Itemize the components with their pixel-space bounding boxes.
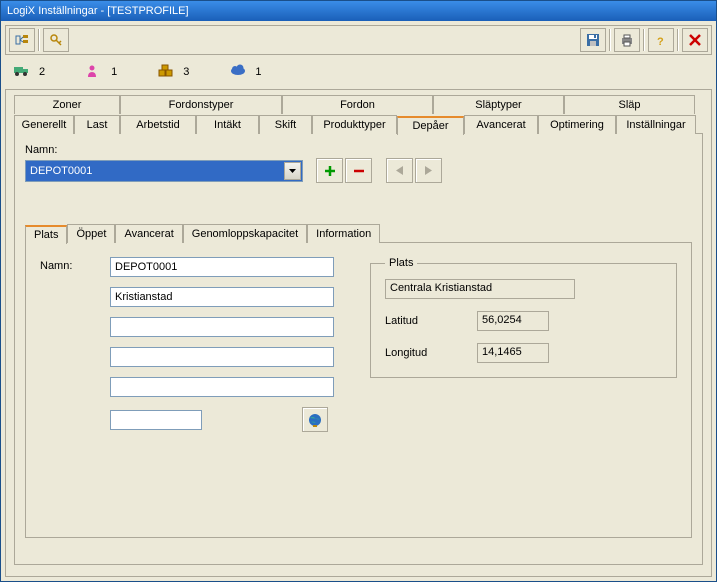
toggle-panel-icon bbox=[15, 33, 29, 47]
depot-combo-value: DEPOT0001 bbox=[30, 165, 92, 177]
svg-text:?: ? bbox=[657, 36, 664, 47]
tabs-row-1: Zoner Fordonstyper Fordon Släptyper Släp bbox=[14, 94, 703, 114]
globe-icon bbox=[307, 412, 323, 428]
subtab-genomlopp[interactable]: Genomloppskapacitet bbox=[183, 224, 307, 243]
addr-line3-input[interactable] bbox=[110, 317, 334, 337]
plus-icon bbox=[324, 165, 336, 177]
globe-button[interactable] bbox=[302, 407, 328, 432]
titlebar: LogiX Inställningar - [TESTPROFILE] bbox=[1, 1, 716, 21]
tab-fordon[interactable]: Fordon bbox=[282, 95, 433, 114]
count-person-value: 1 bbox=[111, 66, 117, 78]
window-title: LogiX Inställningar - [TESTPROFILE] bbox=[7, 5, 189, 17]
cloud-icon bbox=[229, 64, 247, 80]
addr-line2-input[interactable] bbox=[110, 287, 334, 307]
tab-intakt[interactable]: Intäkt bbox=[196, 115, 259, 134]
toolbar-separator bbox=[643, 29, 645, 51]
subtabs: Plats Öppet Avancerat Genomloppskapacite… bbox=[25, 223, 692, 243]
depot-selector-row: Namn: DEPOT0001 bbox=[25, 144, 692, 183]
count-cloud-value: 1 bbox=[255, 66, 261, 78]
name-input[interactable] bbox=[110, 257, 334, 277]
key-button[interactable] bbox=[43, 28, 69, 52]
depot-name-label: Namn: bbox=[25, 144, 57, 156]
next-button[interactable] bbox=[415, 158, 442, 183]
lat-label: Latitud bbox=[385, 315, 477, 327]
count-boxes-value: 3 bbox=[183, 66, 189, 78]
tab-installningar[interactable]: Inställningar bbox=[616, 115, 696, 134]
app-window: LogiX Inställningar - [TESTPROFILE] ? 2 bbox=[0, 0, 717, 582]
form-left-column: Namn: bbox=[40, 257, 350, 523]
tab-skift[interactable]: Skift bbox=[259, 115, 312, 134]
print-icon bbox=[620, 33, 634, 47]
lat-value: 56,0254 bbox=[477, 311, 549, 331]
tab-avancerat[interactable]: Avancerat bbox=[464, 115, 538, 134]
save-icon bbox=[586, 33, 600, 47]
boxes-icon bbox=[157, 64, 175, 80]
tab-produkttyper[interactable]: Produkttyper bbox=[312, 115, 397, 134]
tab-slap[interactable]: Släp bbox=[564, 95, 695, 114]
subtab-content: Namn: bbox=[25, 242, 692, 538]
tab-slaptyper[interactable]: Släptyper bbox=[433, 95, 564, 114]
form-name-label: Namn: bbox=[40, 257, 110, 272]
plats-fieldset: Plats Centrala Kristianstad Latitud 56,0… bbox=[370, 257, 677, 378]
toolbar-separator bbox=[677, 29, 679, 51]
lon-value: 14,1465 bbox=[477, 343, 549, 363]
form-right-column: Plats Centrala Kristianstad Latitud 56,0… bbox=[370, 257, 677, 523]
tab-arbetstid[interactable]: Arbetstid bbox=[120, 115, 196, 134]
tab-fordonstyper[interactable]: Fordonstyper bbox=[120, 95, 282, 114]
tab-optimering[interactable]: Optimering bbox=[538, 115, 616, 134]
tab-zoner[interactable]: Zoner bbox=[14, 95, 120, 114]
subtab-information[interactable]: Information bbox=[307, 224, 380, 243]
tab-last[interactable]: Last bbox=[74, 115, 120, 134]
count-person: 1 bbox=[85, 64, 117, 80]
plats-locality: Centrala Kristianstad bbox=[385, 279, 575, 299]
add-button[interactable] bbox=[316, 158, 343, 183]
depot-combo[interactable]: DEPOT0001 bbox=[25, 160, 303, 182]
chevron-down-icon bbox=[289, 169, 296, 173]
truck-icon bbox=[13, 64, 31, 80]
tab-content: Namn: DEPOT0001 bbox=[14, 133, 703, 565]
count-truck-value: 2 bbox=[39, 66, 45, 78]
plats-legend: Plats bbox=[385, 257, 417, 269]
toolbar-separator bbox=[609, 29, 611, 51]
count-cloud: 1 bbox=[229, 64, 261, 80]
subtab-plats[interactable]: Plats bbox=[25, 225, 67, 244]
save-button[interactable] bbox=[580, 28, 606, 52]
help-icon: ? bbox=[654, 33, 668, 47]
toolbar-separator bbox=[38, 29, 40, 51]
minus-icon bbox=[353, 165, 365, 177]
close-button[interactable] bbox=[682, 28, 708, 52]
addr-line5-input[interactable] bbox=[110, 377, 334, 397]
depot-combo-dropdown-button[interactable] bbox=[284, 162, 301, 180]
key-icon bbox=[49, 33, 63, 47]
addr-line6-input[interactable] bbox=[110, 410, 202, 430]
addr-line4-input[interactable] bbox=[110, 347, 334, 367]
toolbar: ? bbox=[5, 25, 712, 55]
count-truck: 2 bbox=[13, 64, 45, 80]
person-icon bbox=[85, 64, 103, 80]
chevron-right-icon bbox=[425, 166, 432, 175]
subtab-oppet[interactable]: Öppet bbox=[67, 224, 115, 243]
help-button[interactable]: ? bbox=[648, 28, 674, 52]
tabs-row-2: Generellt Last Arbetstid Intäkt Skift Pr… bbox=[14, 114, 703, 134]
chevron-left-icon bbox=[396, 166, 403, 175]
subtab-avancerat[interactable]: Avancerat bbox=[115, 224, 182, 243]
count-boxes: 3 bbox=[157, 64, 189, 80]
toggle-panel-button[interactable] bbox=[9, 28, 35, 52]
close-icon bbox=[688, 33, 702, 47]
tab-depaer[interactable]: Depåer bbox=[397, 116, 464, 135]
print-button[interactable] bbox=[614, 28, 640, 52]
main-panel: Zoner Fordonstyper Fordon Släptyper Släp… bbox=[5, 89, 712, 577]
lon-label: Longitud bbox=[385, 347, 477, 359]
count-bar: 2 1 3 1 bbox=[5, 59, 712, 85]
prev-button[interactable] bbox=[386, 158, 413, 183]
remove-button[interactable] bbox=[345, 158, 372, 183]
tab-generellt[interactable]: Generellt bbox=[14, 115, 74, 134]
